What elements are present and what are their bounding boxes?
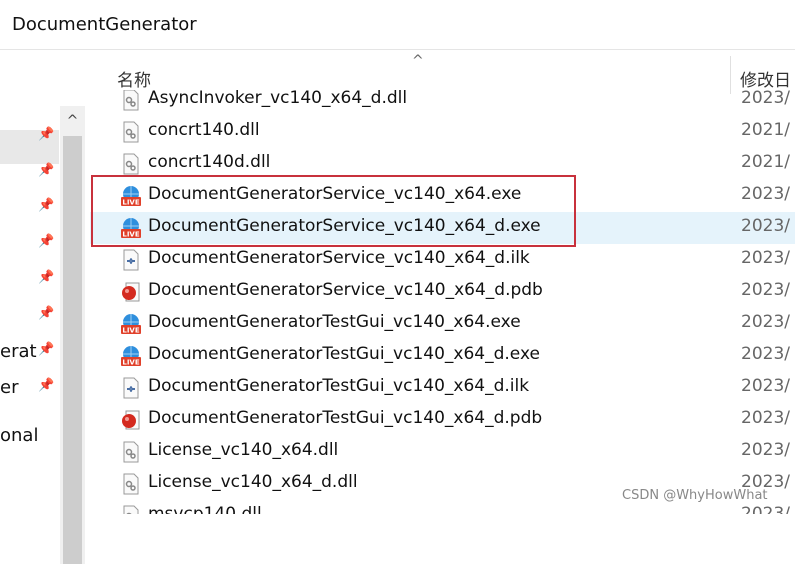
pin-icon: 📌 (38, 163, 55, 178)
nav-item-label[interactable]: er (0, 377, 18, 398)
file-name: concrt140.dll (148, 120, 260, 140)
pdb-icon (120, 281, 140, 303)
svg-text:LIVE: LIVE (122, 359, 139, 367)
sort-indicator-icon: ^ (412, 53, 424, 69)
file-name: DocumentGeneratorService_vc140_x64_d.pdb (148, 280, 543, 300)
file-name: DocumentGeneratorTestGui_vc140_x64_d.exe (148, 344, 540, 364)
file-date-modified: 2023/ (741, 216, 790, 236)
file-date-modified: 2021/ (741, 120, 790, 140)
file-date-modified: 2023/ (741, 248, 790, 268)
navigation-pane: ^ 📌 📌 📌 📌 📌 📌 📌 📌 erat er onal (0, 50, 88, 564)
column-divider[interactable] (730, 56, 731, 94)
ilk-icon (120, 249, 140, 271)
file-row[interactable]: DocumentGeneratorService_vc140_x64_d.pdb… (90, 276, 795, 308)
file-row[interactable]: LIVE DocumentGeneratorTestGui_vc140_x64.e… (90, 308, 795, 340)
dll-icon (120, 473, 140, 495)
file-date-modified: 2023/ (741, 376, 790, 396)
nav-scrollbar-thumb[interactable] (63, 136, 82, 564)
file-row[interactable]: License_vc140_x64.dll 2023/ (90, 436, 795, 468)
file-date-modified: 2023/ (741, 504, 790, 514)
file-name: DocumentGeneratorTestGui_vc140_x64.exe (148, 312, 521, 332)
file-row[interactable]: DocumentGeneratorTestGui_vc140_x64_d.pdb… (90, 404, 795, 436)
ilk-icon (120, 377, 140, 399)
file-name: License_vc140_x64.dll (148, 440, 339, 460)
column-header: ^ 名称 修改日 (90, 53, 795, 94)
column-header-name[interactable]: 名称 (117, 66, 151, 91)
file-list: AsyncInvoker_vc140_x64_d.dll 2023/concrt1… (90, 90, 795, 514)
file-row[interactable]: DocumentGeneratorTestGui_vc140_x64_d.ilk… (90, 372, 795, 404)
live-exe-icon: LIVE (120, 313, 141, 335)
live-exe-icon: LIVE (120, 345, 141, 367)
pin-icon: 📌 (38, 306, 55, 321)
svg-text:LIVE: LIVE (122, 327, 139, 335)
file-row[interactable]: DocumentGeneratorService_vc140_x64_d.ilk… (90, 244, 795, 276)
file-name: DocumentGeneratorTestGui_vc140_x64_d.ilk (148, 376, 530, 396)
pdb-icon (120, 409, 140, 431)
file-date-modified: 2023/ (741, 280, 790, 300)
nav-item-label[interactable]: onal (0, 425, 38, 446)
file-row[interactable]: AsyncInvoker_vc140_x64_d.dll 2023/ (90, 90, 795, 116)
file-date-modified: 2023/ (741, 408, 790, 428)
title-bar: DocumentGenerator (0, 0, 795, 50)
file-name: DocumentGeneratorService_vc140_x64_d.ilk (148, 248, 530, 268)
file-name: concrt140d.dll (148, 152, 271, 172)
dll-icon (120, 441, 140, 463)
dll-icon (120, 121, 140, 143)
window-title: DocumentGenerator (12, 14, 197, 35)
pin-icon: 📌 (38, 270, 55, 285)
file-row[interactable]: LIVE DocumentGeneratorTestGui_vc140_x64_d… (90, 340, 795, 372)
nav-scroll-up-button[interactable]: ^ (60, 106, 85, 136)
pin-icon: 📌 (38, 234, 55, 249)
pin-icon: 📌 (38, 342, 55, 357)
nav-item-label[interactable]: erat (0, 341, 37, 362)
column-header-date[interactable]: 修改日 (740, 66, 791, 91)
file-date-modified: 2023/ (741, 90, 790, 108)
watermark: CSDN @WhyHowWhat (622, 488, 768, 503)
file-date-modified: 2023/ (741, 312, 790, 332)
file-date-modified: 2023/ (741, 440, 790, 460)
pin-icon: 📌 (38, 127, 55, 142)
dll-icon (120, 505, 140, 514)
file-name: License_vc140_x64_d.dll (148, 472, 358, 492)
highlight-annotation-box (91, 175, 576, 247)
file-date-modified: 2023/ (741, 184, 790, 204)
file-name: AsyncInvoker_vc140_x64_d.dll (148, 90, 408, 108)
file-date-modified: 2021/ (741, 152, 790, 172)
pin-icon: 📌 (38, 198, 55, 213)
dll-icon (120, 153, 140, 175)
file-name: DocumentGeneratorTestGui_vc140_x64_d.pdb (148, 408, 543, 428)
dll-icon (120, 90, 140, 111)
file-row[interactable]: concrt140.dll 2021/ (90, 116, 795, 148)
file-date-modified: 2023/ (741, 344, 790, 364)
pin-icon: 📌 (38, 378, 55, 393)
file-name: msvcp140.dll (148, 504, 262, 514)
